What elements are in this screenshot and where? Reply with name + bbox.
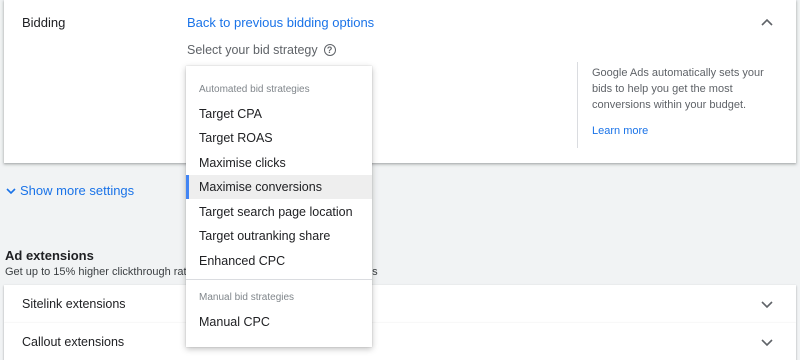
dropdown-divider — [186, 279, 372, 280]
sitelink-extensions-label: Sitelink extensions — [22, 297, 126, 311]
ad-extensions-subtitle-start: Get up to 15% higher clickthrough rate b… — [5, 266, 208, 278]
back-to-previous-bidding-link[interactable]: Back to previous bidding options — [187, 15, 374, 30]
info-text: Google Ads automatically sets your bids … — [592, 67, 764, 111]
bid-strategy-dropdown: Automated bid strategies Target CPA Targ… — [186, 66, 372, 347]
chevron-up-icon[interactable] — [760, 16, 774, 30]
bidding-title: Bidding — [22, 15, 66, 30]
sitelink-extensions-row[interactable]: Sitelink extensions — [4, 285, 796, 323]
learn-more-link[interactable]: Learn more — [592, 125, 767, 137]
ad-extensions-title: Ad extensions — [5, 248, 94, 263]
automated-strategies-label: Automated bid strategies — [199, 84, 310, 95]
chevron-down-icon — [761, 339, 773, 347]
callout-extensions-row[interactable]: Callout extensions — [4, 323, 796, 360]
bid-strategy-label-text: Select your bid strategy — [187, 43, 318, 57]
option-enhanced-cpc[interactable]: Enhanced CPC — [186, 249, 372, 273]
option-maximise-clicks[interactable]: Maximise clicks — [186, 151, 372, 175]
ad-extensions-subtitle: Get up to 15% higher clickthrough rate b… — [5, 266, 378, 278]
bid-strategy-label: Select your bid strategy ? — [187, 43, 336, 57]
bidding-card: Bidding Back to previous bidding options… — [4, 0, 796, 163]
callout-extensions-label: Callout extensions — [22, 335, 125, 349]
option-maximise-conversions[interactable]: Maximise conversions — [186, 175, 372, 199]
option-target-search-page-location[interactable]: Target search page location — [186, 200, 372, 224]
option-target-cpa[interactable]: Target CPA — [186, 102, 372, 126]
option-target-roas[interactable]: Target ROAS — [186, 126, 372, 150]
show-more-settings-label: Show more settings — [20, 183, 135, 198]
option-target-outranking-share[interactable]: Target outranking share — [186, 224, 372, 248]
help-icon[interactable]: ? — [323, 44, 336, 56]
chevron-down-icon — [761, 301, 773, 309]
info-panel: Google Ads automatically sets your bids … — [577, 62, 767, 148]
chevron-down-icon — [6, 187, 16, 194]
show-more-settings-toggle[interactable]: Show more settings — [5, 183, 134, 198]
manual-strategies-label: Manual bid strategies — [199, 292, 295, 303]
option-manual-cpc[interactable]: Manual CPC — [186, 310, 372, 334]
